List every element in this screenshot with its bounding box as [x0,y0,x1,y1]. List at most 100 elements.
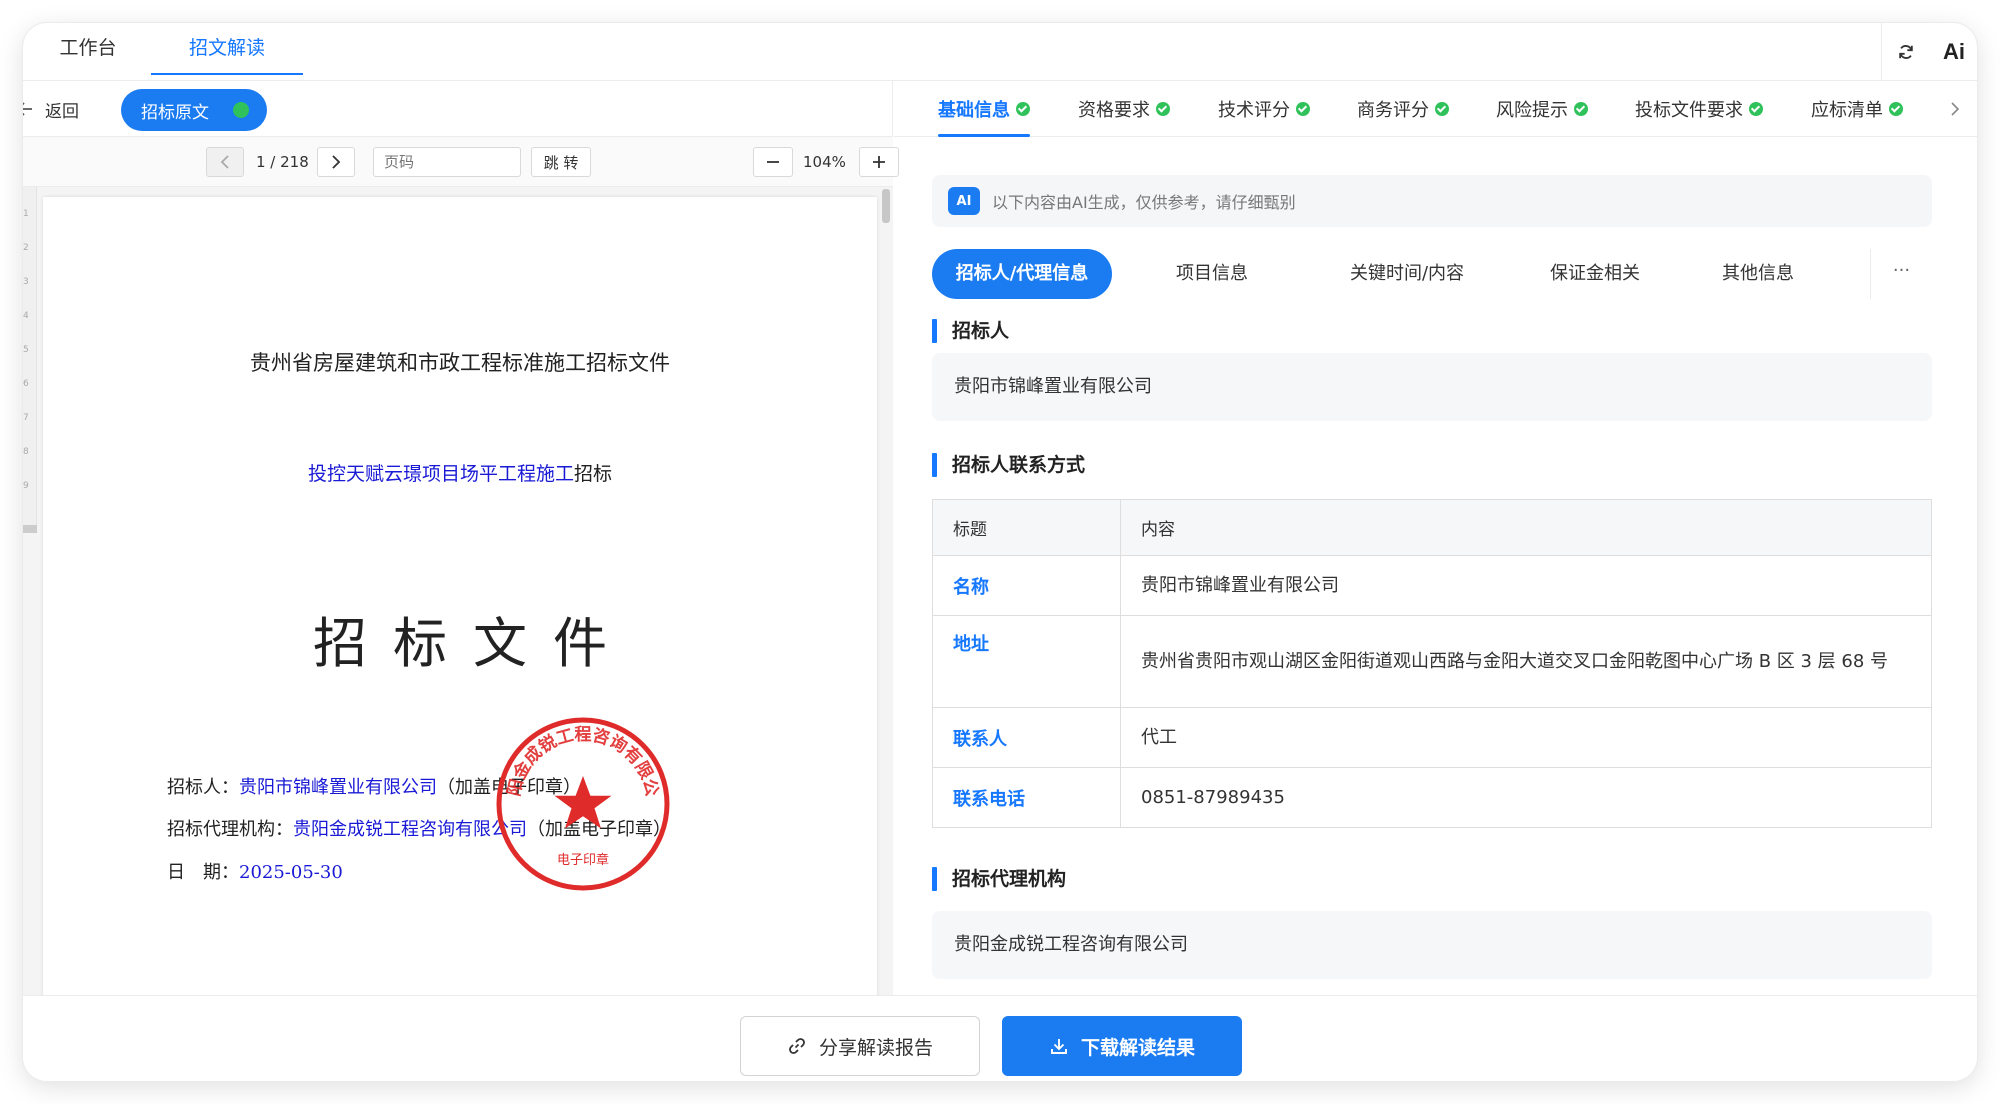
table-header-cell: 内容 [1120,499,1932,556]
doc-agency-value: 贵阳金成锐工程咨询有限公司 [293,819,527,840]
subtab-tenderer-agency[interactable]: 招标人/代理信息 [932,249,1112,299]
zoom-out-button[interactable] [753,147,793,177]
ruler-handle[interactable] [23,525,37,533]
prev-page-button[interactable] [206,147,244,177]
ruler-mark: 3 [23,277,29,287]
tab-tender-interpretation[interactable]: 招文解读 [151,23,303,81]
tab-business-score[interactable]: 商务评分 [1357,81,1449,137]
ruler-mark: 7 [23,413,29,423]
table-value-cell: 代工 [1120,707,1932,768]
tab-bid-checklist[interactable]: 应标清单 [1811,81,1903,137]
app-window: 工作台 招文解读 Ai 返回 招标原文 1 / 218 页码 跳 转 104% … [23,23,1977,1081]
doc-tenderer-value: 贵阳市锦峰置业有限公司 [239,777,437,798]
section-title-contact: 招标人联系方式 [932,451,1085,479]
section-title-tenderer: 招标人 [932,317,1009,345]
subtab-project-info[interactable]: 项目信息 [1152,249,1272,299]
tenderer-name-box: 贵阳市锦峰置业有限公司 [932,353,1932,421]
tab-basic-info[interactable]: 基础信息 [938,81,1030,137]
back-label: 返回 [45,101,79,122]
share-report-button[interactable]: 分享解读报告 [740,1016,980,1076]
doc-agency-label: 招标代理机构： [167,819,293,840]
section-tabs: 基础信息 资格要求 技术评分 商务评分 风险提示 投标文件要求 应标清单 [894,81,1977,137]
ruler-mark: 2 [23,243,29,253]
doc-date-label: 日 期： [167,862,239,883]
document-standard-title: 贵州省房屋建筑和市政工程标准施工招标文件 [250,351,670,375]
ruler-mark: 4 [23,311,29,321]
table-key-cell: 地址 [932,615,1121,708]
back-arrow-icon [23,102,32,116]
tab-label: 风险提示 [1496,100,1568,121]
link-icon [789,1038,805,1054]
interpretation-pane: 基础信息 资格要求 技术评分 商务评分 风险提示 投标文件要求 应标清单 AI … [894,81,1977,995]
table-header-row: 标题 内容 [932,499,1932,556]
ai-disclaimer-text: 以下内容由AI生成，仅供参考，请仔细甄别 [992,193,1296,212]
pdf-scrollbar-thumb[interactable] [882,189,890,223]
table-value-cell: 贵阳市锦峰置业有限公司 [1120,555,1932,616]
agency-name-box: 贵阳金成锐工程咨询有限公司 [932,911,1932,979]
subtab-key-dates[interactable]: 关键时间/内容 [1312,249,1502,299]
minus-icon [767,161,779,163]
table-key-cell: 联系电话 [932,767,1121,828]
section-title-agency: 招标代理机构 [932,865,1066,893]
interpretation-content: 招标人 贵阳市锦峰置业有限公司 招标人联系方式 标题 内容 名称 贵阳市锦峰置业… [932,317,1932,995]
back-button[interactable]: 返回 [23,81,79,137]
table-row: 联系人 代工 [932,707,1932,768]
check-icon [1296,102,1310,116]
tab-qualification[interactable]: 资格要求 [1078,81,1170,137]
check-icon [1749,102,1763,116]
tabs-scroll-right-button[interactable] [1933,81,1977,137]
bottom-action-bar: 分享解读报告 下载解读结果 [23,995,1977,1081]
table-key-cell: 联系人 [932,707,1121,768]
left-nav-bar: 返回 招标原文 [23,81,893,137]
tab-label: 基础信息 [938,100,1010,121]
table-row: 地址 贵州省贵阳市观山湖区金阳街道观山西路与金阳大道交叉口金阳乾图中心广场 B … [932,615,1932,708]
tab-technical-score[interactable]: 技术评分 [1218,81,1310,137]
ruler-mark: 8 [23,447,29,457]
download-icon [1051,1039,1067,1054]
subtab-other-info[interactable]: 其他信息 [1698,249,1818,299]
refresh-button[interactable] [1882,23,1930,81]
tab-label: 资格要求 [1078,100,1150,121]
ruler-mark: 9 [23,481,29,491]
next-page-button[interactable] [317,147,355,177]
pdf-scrollbar[interactable] [881,187,891,995]
page-ruler: 1 2 3 4 5 6 7 8 9 [23,187,37,533]
ai-badge-icon: AI [948,187,980,215]
check-icon [1435,102,1449,116]
pdf-viewer[interactable]: 1 2 3 4 5 6 7 8 9 贵州省房屋建筑和市政工程标准施工招标文件 投… [23,187,893,995]
table-value-cell: 0851-87989435 [1120,767,1932,828]
electronic-seal-stamp: 贵阳金成锐工程咨询有限公司 电子印章 [495,716,670,891]
table-key-cell: 名称 [932,555,1121,616]
seal-ring-text: 贵阳金成锐工程咨询有限公司 [495,716,662,798]
chevron-right-icon [332,155,341,169]
top-right-tools: Ai [1881,23,1977,81]
original-document-label: 招标原文 [141,102,209,123]
tab-label: 商务评分 [1357,100,1429,121]
svg-text:贵阳金成锐工程咨询有限公司: 贵阳金成锐工程咨询有限公司 [495,716,662,798]
table-row: 联系电话 0851-87989435 [932,767,1932,828]
ai-assistant-button[interactable]: Ai [1930,23,1977,81]
refresh-icon [1899,45,1913,59]
ai-disclaimer: AI 以下内容由AI生成，仅供参考，请仔细甄别 [932,175,1932,227]
page-indicator: 1 / 218 [256,153,309,171]
zoom-in-button[interactable] [859,147,899,177]
original-document-pane: 返回 招标原文 1 / 218 跳 转 104% [23,81,899,995]
chevron-right-icon [1951,102,1960,116]
document-main-title: 招标文件 [313,612,633,675]
tab-risk-tips[interactable]: 风险提示 [1496,81,1588,137]
tab-bid-doc-requirements[interactable]: 投标文件要求 [1635,81,1763,137]
project-name: 投控天赋云璟项目场平工程施工 [307,463,574,485]
check-icon [1016,102,1030,116]
seal-bottom-text: 电子印章 [557,852,609,868]
table-row: 名称 贵阳市锦峰置业有限公司 [932,555,1932,616]
tab-workbench[interactable]: 工作台 [45,23,131,81]
page-number-input[interactable] [373,147,521,177]
original-document-button[interactable]: 招标原文 [121,89,267,131]
subtab-more-button[interactable]: ··· [1870,249,1932,299]
download-result-button[interactable]: 下载解读结果 [1002,1016,1242,1076]
top-tab-bar: 工作台 招文解读 Ai [23,23,1977,81]
subtab-deposit[interactable]: 保证金相关 [1522,249,1668,299]
tab-label: 应标清单 [1811,100,1883,121]
jump-button[interactable]: 跳 转 [531,147,591,177]
chevron-left-icon [220,155,229,169]
